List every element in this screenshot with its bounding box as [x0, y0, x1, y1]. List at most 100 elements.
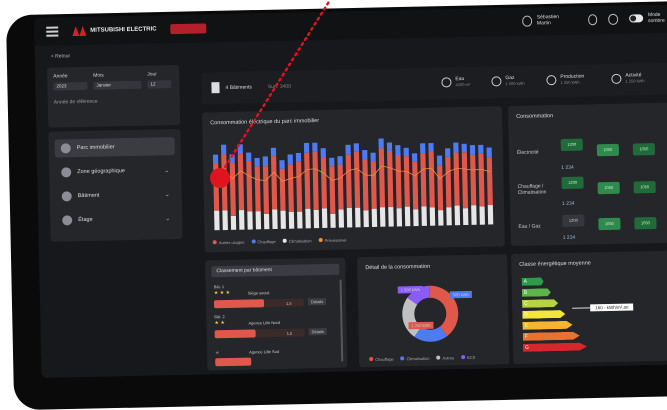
legend-item: Prévisionnel [318, 238, 346, 244]
donut-tag: 1 500 kWh [397, 285, 423, 294]
legend-item: Autres usages [212, 240, 244, 246]
bar-segment [296, 161, 303, 212]
legend-item: ECS [461, 355, 475, 360]
nav-item-parc[interactable]: Parc immobilier [54, 137, 175, 158]
building-icon [211, 82, 220, 94]
bar-segment [436, 155, 443, 166]
bar-segment [403, 156, 410, 207]
year-select[interactable]: 2023 [53, 81, 88, 91]
chevron-down-icon: ⌄ [164, 191, 170, 198]
consumption-chip: 1050 [633, 181, 656, 194]
bar-segment [411, 153, 418, 162]
legend-label: ECS [467, 354, 476, 361]
bar-segment [303, 142, 310, 153]
rating-stars: ★ [214, 350, 220, 357]
nav-item-zone[interactable]: Zone géographique ⌄ [55, 161, 175, 182]
consumption-chip: 1050 [596, 143, 620, 157]
bar-segment [329, 166, 336, 214]
menu-icon[interactable] [46, 26, 59, 37]
details-button[interactable]: Détails [308, 327, 327, 336]
rating-stars: ★ ★ [214, 320, 225, 327]
details-button[interactable]: Détails [307, 297, 327, 306]
bar-segment [437, 165, 444, 211]
bar-segment [262, 166, 270, 214]
legend-label: Autres [442, 355, 455, 361]
consumption-row-label: Électricité [516, 149, 539, 156]
consumption-row-label: Eau / Gaz [518, 223, 541, 230]
settings-icon[interactable] [587, 13, 598, 25]
legend-item: Autres [436, 355, 455, 361]
bar-segment [353, 151, 361, 208]
bar-segment [330, 213, 336, 228]
bar-segment [446, 207, 452, 226]
bar-segment [312, 151, 319, 210]
ranking-rank: Bât. 1 [213, 284, 225, 290]
consumption-chip: 1050 [634, 217, 657, 230]
bar-segment [246, 160, 253, 212]
energy-class-band: C [522, 299, 558, 308]
nav-item-batiment[interactable]: Bâtiment ⌄ [56, 185, 176, 206]
nav-item-etage[interactable]: Étage ⌄ [56, 209, 176, 230]
reference-year-checkbox[interactable]: Année de référence [54, 99, 98, 106]
power-icon[interactable] [608, 13, 619, 25]
dark-mode-toggle[interactable] [629, 14, 644, 23]
legend-label: Climatisation [288, 238, 312, 244]
bar-segment [270, 147, 277, 157]
bar-segment [395, 145, 401, 156]
map-pin-icon [61, 167, 72, 178]
nav-item-label: Bâtiment [77, 192, 100, 200]
bar-segment [287, 164, 294, 212]
bar-segment [212, 154, 219, 164]
day-select[interactable]: 12 [147, 80, 172, 89]
bar-segment [461, 152, 469, 209]
kpi-activity: Activité 1 250 kWh [611, 72, 645, 85]
bar-segment [479, 206, 485, 225]
bar-segment [461, 143, 467, 153]
bar-segment [353, 143, 360, 152]
bar-segment [478, 144, 484, 154]
bar-segment [271, 156, 278, 210]
scrollbar[interactable] [339, 279, 344, 362]
kpi-gas: Gaz 1 500 kWh [491, 75, 525, 88]
energy-class-band: A [522, 277, 544, 285]
bar-segment [280, 210, 286, 229]
energy-class-band: E [522, 321, 572, 330]
energy-class-band: F [523, 332, 580, 341]
bar-segment [486, 147, 492, 158]
bar-segment [362, 150, 368, 160]
year-label: Année [53, 73, 68, 80]
ranking-select[interactable]: Classement par bâtiment [211, 263, 340, 278]
bar-segment [412, 161, 419, 210]
bar-segment [321, 208, 328, 229]
legend-item: Chauffage [251, 238, 276, 245]
activity-icon [611, 73, 622, 84]
bar-segment [229, 154, 235, 163]
buildings-count: 4 Bâtiments [225, 83, 252, 91]
stacked-bar-chart [212, 138, 494, 231]
bar-segment [404, 206, 411, 227]
rating-stars: ★ ★ ★ [213, 289, 231, 297]
bar-segment [445, 156, 452, 208]
bar-segment [329, 157, 335, 167]
legend-label: Chauffage [257, 238, 276, 245]
energy-class-scale: ABCDEFG [511, 251, 667, 254]
energy-class-panel: Classe énergétique moyenne ABCDEFG 160 -… [511, 250, 667, 365]
month-label: Mois [93, 72, 104, 79]
water-drop-icon [441, 77, 452, 88]
bar-segment [222, 210, 228, 231]
bar-segment [386, 142, 393, 152]
kpi-value: 1 250 kWh [560, 79, 580, 85]
office-icon [61, 191, 72, 202]
bar-segment [363, 210, 369, 228]
ranking-value: 1,5 [285, 300, 292, 306]
kpi-value: 1 250 kWh [625, 78, 645, 84]
bar-segment [345, 154, 352, 208]
energy-class-band: D [522, 310, 565, 319]
kpi-bar: 4 Bâtiments Surf. 3400 Eau 4200 m³ Gaz 1 5… [201, 62, 667, 105]
partner-logo [170, 23, 207, 35]
bar-segment [254, 157, 260, 167]
kpi-value: 1 500 kWh [505, 80, 525, 87]
back-link[interactable]: < Retour [51, 53, 70, 59]
user-icon[interactable] [522, 15, 532, 27]
month-select[interactable]: Janvier [93, 80, 142, 90]
